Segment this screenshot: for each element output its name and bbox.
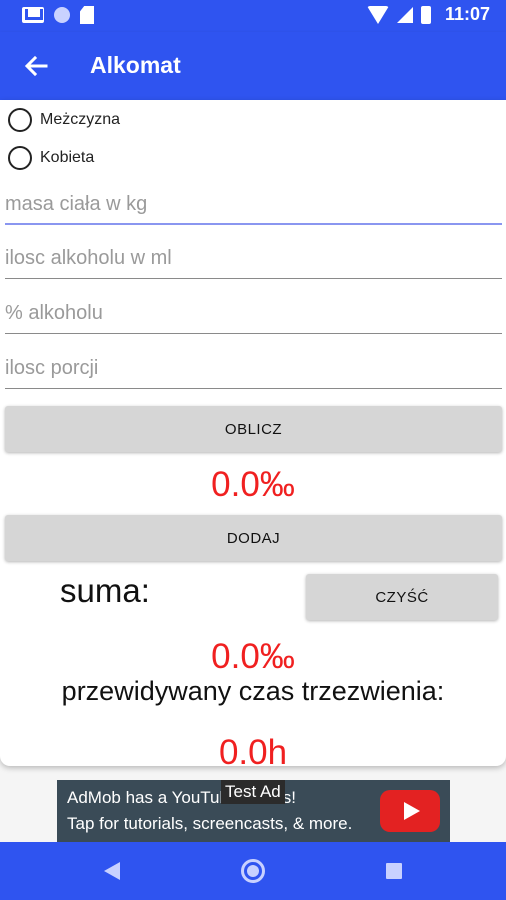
radio-button-icon[interactable]	[8, 146, 32, 170]
circle-icon	[54, 7, 70, 23]
percent-input[interactable]	[5, 294, 502, 333]
status-bar: 11:07	[0, 0, 506, 32]
nav-back-icon[interactable]	[104, 862, 120, 880]
back-button[interactable]	[20, 50, 52, 82]
nav-recents-icon[interactable]	[386, 863, 402, 879]
calculator-card: Meżczyzna Kobieta OBLICZ 0.0‰ DODAJ suma…	[0, 100, 506, 772]
navigation-bar	[0, 842, 506, 900]
sober-time-label: przewidywany czas trzezwienia:	[61, 676, 445, 706]
portions-field[interactable]	[5, 349, 502, 389]
sd-card-icon	[80, 6, 94, 24]
status-time: 11:07	[444, 4, 490, 24]
nav-home-icon[interactable]	[241, 859, 265, 883]
radio-male-label: Meżczyzna	[40, 111, 121, 128]
ad-line-2: Tap for tutorials, screencasts, & more.	[67, 814, 353, 833]
youtube-icon	[380, 790, 440, 832]
sum-label: suma:	[60, 572, 150, 609]
wifi-icon	[366, 5, 389, 24]
mass-field[interactable]	[5, 185, 502, 225]
signal-icon	[396, 6, 413, 23]
add-button[interactable]: DODAJ	[5, 515, 502, 561]
radio-female[interactable]: Kobieta	[8, 146, 94, 170]
ad-banner[interactable]: AdMob has a YouTube Series! Tap for tuto…	[57, 780, 450, 842]
radio-female-label: Kobieta	[40, 149, 95, 166]
battery-icon	[420, 5, 431, 24]
radio-button-icon[interactable]	[8, 108, 32, 132]
calculate-button[interactable]: OBLICZ	[5, 406, 502, 452]
app-bar: Alkomat	[0, 32, 506, 100]
page-title: Alkomat	[90, 52, 181, 78]
amount-input[interactable]	[5, 239, 502, 278]
sum-result: 0.0‰	[211, 637, 295, 676]
gmail-icon	[22, 7, 44, 23]
amount-field[interactable]	[5, 239, 502, 279]
clear-button[interactable]: CZYŚĆ	[306, 574, 498, 620]
percent-field[interactable]	[5, 294, 502, 334]
radio-male[interactable]: Meżczyzna	[8, 108, 120, 132]
test-ad-badge: Test Ad	[221, 780, 285, 804]
arrow-left-icon	[24, 55, 48, 77]
sober-time-result: 0.0h	[218, 733, 288, 772]
mass-input[interactable]	[5, 185, 502, 223]
portions-input[interactable]	[5, 349, 502, 388]
current-result: 0.0‰	[211, 465, 295, 504]
